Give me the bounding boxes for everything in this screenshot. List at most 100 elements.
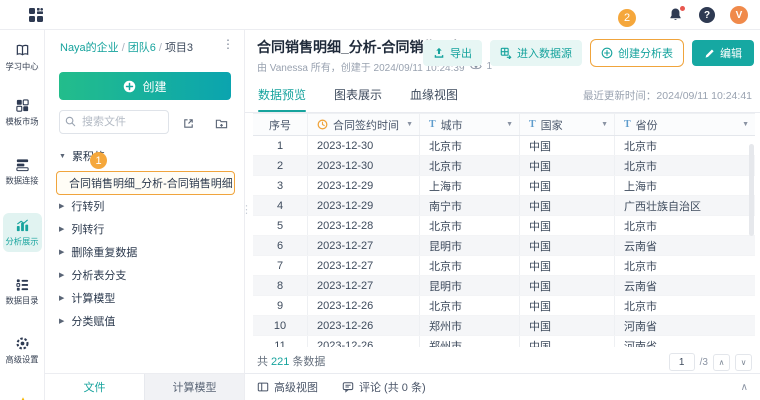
table-row[interactable]: 92023-12-26北京市中国北京市 (253, 296, 755, 316)
table-row[interactable]: 102023-12-26郑州市中国河南省 (253, 316, 755, 336)
topbar-actions: ? V (668, 0, 748, 30)
rail-item-label: 数据连接 (6, 175, 39, 187)
column-label: 城市 (441, 117, 463, 133)
data-connection-icon (15, 156, 30, 172)
export-button-label: 导出 (450, 45, 472, 61)
table-cell: 中国 (520, 236, 615, 255)
tree-item[interactable]: ▶列转行 (59, 217, 240, 240)
caret-right-icon: ▶ (59, 294, 64, 302)
table-row[interactable]: 32023-12-29上海市中国上海市 (253, 176, 755, 196)
table-cell: 南宁市 (420, 196, 520, 215)
filter-dropdown-icon[interactable]: ▼ (506, 121, 513, 128)
rail-item-label: 模板市场 (6, 116, 39, 128)
tab-数据预览[interactable]: 数据预览 (258, 86, 306, 112)
rail-item-label: 数据目录 (6, 295, 39, 307)
rail-item-data-connection[interactable]: 数据连接 (3, 152, 42, 191)
table-cell: 2023-12-26 (308, 316, 420, 335)
table-row[interactable]: 112023-12-26郑州市中国河南省 (253, 336, 755, 347)
table-cell: 中国 (520, 296, 615, 315)
table-cell: 中国 (520, 276, 615, 295)
rail-item-learning-center[interactable]: 学习中心 (3, 38, 42, 77)
table-cell: 云南省 (615, 236, 755, 255)
table-row[interactable]: 22023-12-30北京市中国北京市 (253, 156, 755, 176)
advanced-view-button[interactable]: 高级视图 (257, 379, 318, 395)
help-icon[interactable]: ? (699, 7, 715, 23)
breadcrumb-project: 项目3 (165, 42, 193, 54)
table-cell: 郑州市 (420, 336, 520, 347)
comments-button[interactable]: 评论 (共 0 条) (342, 379, 426, 395)
total-count: 221 (271, 356, 289, 368)
breadcrumb-team[interactable]: 团队6 (128, 42, 156, 54)
table-cell: 2023-12-26 (308, 296, 420, 315)
tree-item[interactable]: ▶分析表分支 (59, 263, 240, 286)
table-cell: 2023-12-30 (308, 136, 420, 155)
filter-dropdown-icon[interactable]: ▼ (742, 121, 749, 128)
column-header-国家[interactable]: T国家▼ (520, 114, 615, 135)
enter-datasource-button[interactable]: 进入数据源 (490, 40, 582, 66)
column-header-合同签约时间[interactable]: 合同签约时间▼ (308, 114, 420, 135)
column-header-城市[interactable]: T城市▼ (420, 114, 520, 135)
tab-血缘视图[interactable]: 血缘视图 (410, 86, 458, 112)
tree-item[interactable]: ▶ 分类赋值 (59, 309, 240, 332)
table-cell: 6 (253, 236, 308, 255)
collapse-chevron-icon[interactable]: ∧ (741, 382, 748, 393)
caret-right-icon: ▶ (59, 317, 64, 325)
comment-icon (342, 381, 354, 393)
tab-calc-model[interactable]: 计算模型 (144, 374, 244, 400)
table-cell: 中国 (520, 316, 615, 335)
table-row[interactable]: 82023-12-27昆明市中国云南省 (253, 276, 755, 296)
notifications-bell-icon[interactable] (668, 7, 684, 23)
rail-item-template-market[interactable]: 模板市场 (3, 93, 42, 132)
edit-button[interactable]: 编辑 (692, 40, 754, 66)
more-options-icon[interactable]: ⋮ (222, 37, 234, 51)
rail-item-data-catalog[interactable]: 数据目录 (3, 272, 42, 311)
tree-item-label: 分类赋值 (71, 313, 115, 329)
table-cell: 10 (253, 316, 308, 335)
column-header-省份[interactable]: T省份▼ (615, 114, 755, 135)
table-row[interactable]: 42023-12-29南宁市中国广西壮族自治区 (253, 196, 755, 216)
table-cell: 郑州市 (420, 316, 520, 335)
table-row[interactable]: 72023-12-27北京市中国北京市 (253, 256, 755, 276)
tree-item[interactable]: ▶计算模型 (59, 286, 240, 309)
data-catalog-icon (15, 276, 30, 292)
tree-item[interactable]: ▶行转列 (59, 194, 240, 217)
table-cell: 河南省 (615, 316, 755, 335)
create-analysis-table-button[interactable]: 创建分析表 (592, 41, 682, 65)
table-cell: 2023-12-29 (308, 176, 420, 195)
app-logo-icon[interactable] (28, 7, 44, 23)
breadcrumb-enterprise[interactable]: Naya的企业 (60, 42, 119, 54)
new-folder-icon[interactable] (212, 114, 230, 132)
table-scrollbar[interactable] (749, 144, 754, 236)
filter-dropdown-icon[interactable]: ▼ (601, 121, 608, 128)
tree-item-selected[interactable]: 合同销售明细_分析-合同销售明细 (56, 171, 235, 195)
page-number-input[interactable] (669, 353, 695, 371)
main-content: 合同销售明细_分析-合同销售明细 由 Vanessa 所有，创建于 2024/0… (245, 30, 760, 400)
rail-item-analysis-display[interactable]: 分析展示 (3, 213, 42, 252)
rail-item-label: 高级设置 (6, 354, 39, 366)
user-avatar[interactable]: V (730, 6, 748, 24)
advanced-view-icon (257, 381, 269, 393)
column-label: 序号 (269, 117, 291, 133)
column-header-序号: 序号 (253, 114, 308, 135)
edit-button-label: 编辑 (720, 45, 742, 61)
create-button[interactable]: 创建 (59, 72, 231, 100)
datasource-icon (500, 47, 512, 59)
filter-dropdown-icon[interactable]: ▼ (406, 121, 413, 128)
rail-item-advanced-settings[interactable]: 高级设置 (3, 331, 42, 370)
rail-item-promotion-reward[interactable]: 推广奖励 (3, 392, 42, 400)
page-up-button[interactable]: ∧ (713, 354, 730, 371)
tab-files[interactable]: 文件 (45, 374, 144, 400)
search-input[interactable] (59, 110, 169, 134)
table-row[interactable]: 52023-12-28北京市中国北京市 (253, 216, 755, 236)
tab-图表展示[interactable]: 图表展示 (334, 86, 382, 112)
page-down-button[interactable]: ∨ (735, 354, 752, 371)
open-in-new-icon[interactable] (179, 114, 197, 132)
table-cell: 云南省 (615, 276, 755, 295)
panel-resize-handle[interactable]: ⋮ (241, 208, 252, 213)
table-cell: 中国 (520, 256, 615, 275)
table-cell: 北京市 (615, 296, 755, 315)
table-row[interactable]: 62023-12-27昆明市中国云南省 (253, 236, 755, 256)
export-button[interactable]: 导出 (423, 40, 482, 66)
table-row[interactable]: 12023-12-30北京市中国北京市 (253, 136, 755, 156)
tree-item[interactable]: ▶删除重复数据 (59, 240, 240, 263)
